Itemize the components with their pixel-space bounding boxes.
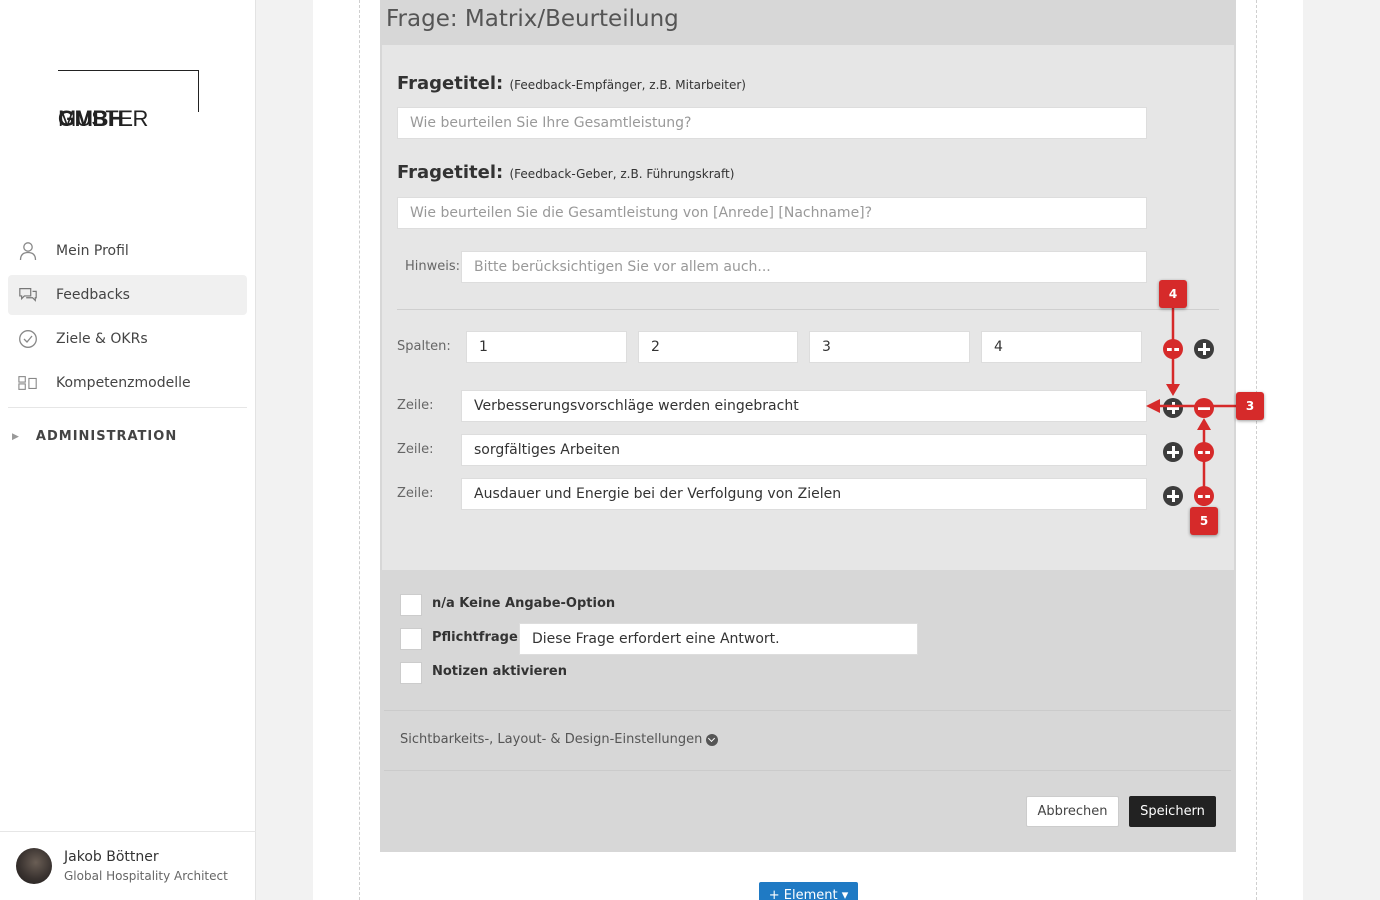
nav-item-mein-profil[interactable]: Mein Profil: [8, 231, 247, 271]
add-row-icon[interactable]: [1163, 486, 1183, 506]
row-input-3[interactable]: Ausdauer und Energie bei der Verfolgung …: [461, 478, 1147, 510]
logo-text-gmbh: GMBH: [58, 106, 124, 131]
save-button[interactable]: Speichern: [1129, 796, 1216, 827]
annotation-badge-3: 3: [1236, 392, 1264, 420]
title2-note: (Feedback-Geber, z.B. Führungskraft): [509, 167, 735, 181]
title2-label: Fragetitel: (Feedback-Geber, z.B. Führun…: [397, 162, 734, 183]
options-divider: [384, 710, 1231, 711]
column-input-4[interactable]: 4: [981, 331, 1142, 363]
annotation-badge-5: 5: [1190, 507, 1218, 535]
add-element-button[interactable]: + Element ▾: [759, 882, 858, 900]
nav-item-feedbacks[interactable]: Feedbacks: [8, 275, 247, 315]
add-column-icon[interactable]: [1194, 339, 1214, 359]
user-role: Global Hospitality Architect: [64, 869, 228, 883]
user-panel[interactable]: Jakob Böttner Global Hospitality Archite…: [0, 831, 256, 900]
caret-right-icon: ▶: [12, 431, 20, 442]
required-checkbox[interactable]: [400, 628, 422, 650]
user-name: Jakob Böttner: [64, 849, 159, 865]
main-nav: Mein Profil Feedbacks Ziele & OKRs Kompe…: [8, 231, 247, 407]
nav-item-label: Feedbacks: [56, 287, 130, 303]
na-option-label: n/a Keine Angabe-Option: [432, 596, 616, 611]
column-input-3[interactable]: 3: [809, 331, 970, 363]
admin-label: ADMINISTRATION: [35, 429, 178, 444]
nav-item-administration[interactable]: ▶ ADMINISTRATION: [12, 429, 177, 444]
chevron-down-icon: [706, 733, 719, 746]
avatar[interactable]: [16, 848, 52, 884]
nav-item-label: Ziele & OKRs: [56, 331, 148, 347]
nav-item-ziele-okrs[interactable]: Ziele & OKRs: [8, 319, 247, 359]
row-input-1[interactable]: Verbesserungsvorschläge werden eingebrac…: [461, 390, 1147, 422]
required-message-input[interactable]: Diese Frage erfordert eine Antwort.: [519, 623, 918, 655]
row-label: Zeile:: [397, 398, 434, 413]
person-icon: [18, 241, 38, 261]
title1-label: Fragetitel: (Feedback-Empfänger, z.B. Mi…: [397, 73, 746, 94]
add-row-icon[interactable]: [1163, 442, 1183, 462]
hint-label: Hinweis:: [405, 259, 461, 274]
chat-bubbles-icon: [18, 285, 38, 305]
title1-input[interactable]: Wie beurteilen Sie Ihre Gesamtleistung?: [397, 107, 1147, 139]
remove-row-icon[interactable]: [1194, 398, 1214, 418]
section-divider: [397, 309, 1219, 310]
row-input-2[interactable]: sorgfältiges Arbeiten: [461, 434, 1147, 466]
notes-checkbox[interactable]: [400, 662, 422, 684]
nav-item-label: Mein Profil: [56, 243, 129, 259]
required-label: Pflichtfrage: [432, 630, 518, 645]
nav-divider: [8, 407, 247, 408]
cancel-button[interactable]: Abbrechen: [1026, 796, 1119, 827]
visibility-settings-toggle[interactable]: Sichtbarkeits-, Layout- & Design-Einstel…: [400, 732, 719, 747]
add-row-icon[interactable]: [1163, 398, 1183, 418]
grid-icon: [18, 373, 38, 393]
annotation-badge-4: 4: [1159, 280, 1187, 308]
question-header: Frage: Matrix/Beurteilung: [380, 0, 1236, 45]
title2-input[interactable]: Wie beurteilen Sie die Gesamtleistung vo…: [397, 197, 1147, 229]
row-label: Zeile:: [397, 442, 434, 457]
title2-label-text: Fragetitel:: [397, 162, 504, 183]
remove-column-icon[interactable]: [1163, 339, 1183, 359]
column-input-1[interactable]: 1: [466, 331, 627, 363]
title1-note: (Feedback-Empfänger, z.B. Mitarbeiter): [509, 78, 746, 92]
notes-label: Notizen aktivieren: [432, 664, 567, 679]
nav-item-kompetenzmodelle[interactable]: Kompetenzmodelle: [8, 363, 247, 403]
hint-input[interactable]: Bitte berücksichtigen Sie vor allem auch…: [461, 251, 1147, 283]
canvas-guide-left: [359, 0, 360, 900]
question-type-title: Frage: Matrix/Beurteilung: [386, 6, 679, 32]
canvas-guide-right: [1256, 0, 1257, 900]
na-option-checkbox[interactable]: [400, 594, 422, 616]
footer-divider: [384, 770, 1231, 771]
nav-item-label: Kompetenzmodelle: [56, 375, 191, 391]
check-circle-icon: [18, 329, 38, 349]
column-input-2[interactable]: 2: [638, 331, 798, 363]
company-logo[interactable]: MUSTER GMBH: [58, 70, 199, 131]
remove-row-icon[interactable]: [1194, 486, 1214, 506]
sidebar: MUSTER GMBH Mein Profil Feedbacks Ziele &…: [0, 0, 256, 900]
visibility-settings-label: Sichtbarkeits-, Layout- & Design-Einstel…: [400, 732, 703, 747]
title1-label-text: Fragetitel:: [397, 73, 504, 94]
columns-label: Spalten:: [397, 339, 451, 354]
remove-row-icon[interactable]: [1194, 442, 1214, 462]
row-label: Zeile:: [397, 486, 434, 501]
